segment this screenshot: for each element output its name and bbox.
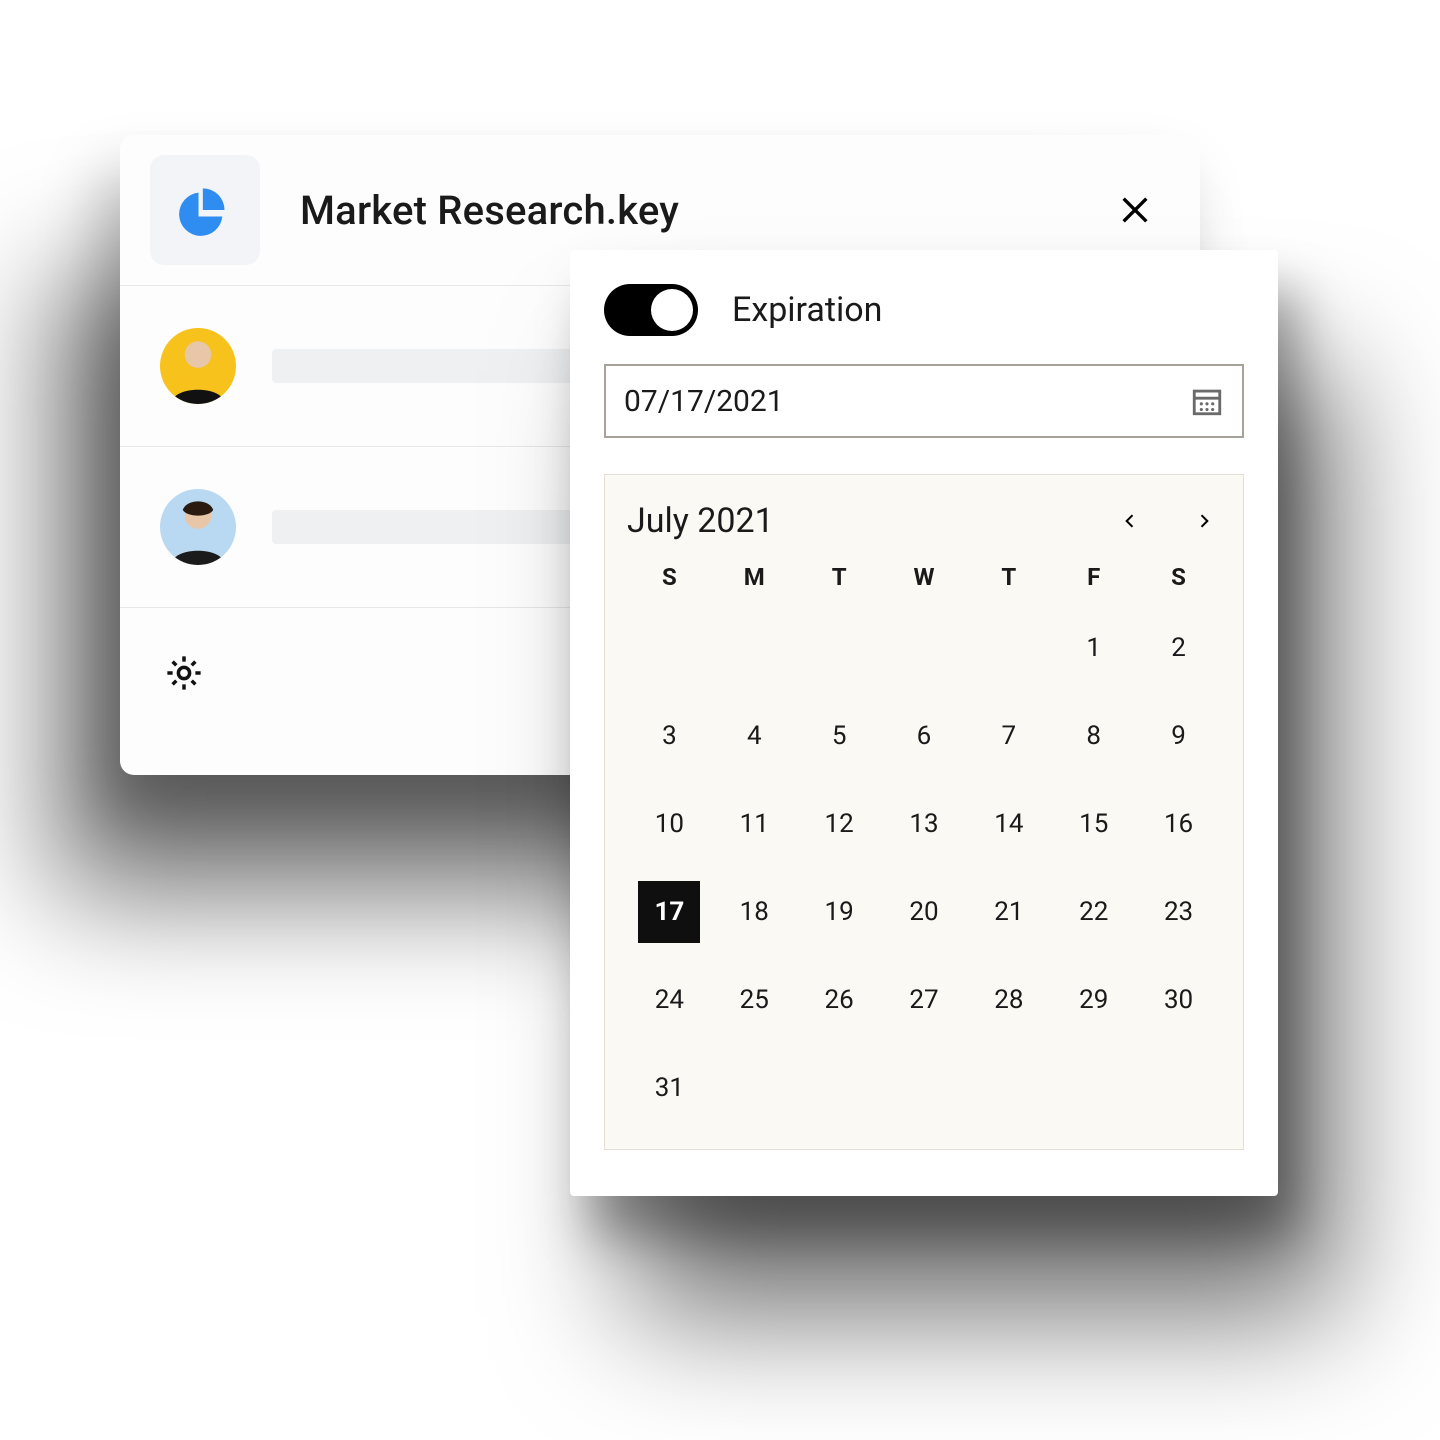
calendar-grid: SMTWTFS123456789101112131415161718192021… bbox=[627, 563, 1221, 1119]
calendar-day[interactable]: 15 bbox=[1051, 793, 1136, 855]
calendar-blank-cell bbox=[712, 617, 797, 679]
calendar-day[interactable]: 1 bbox=[1051, 617, 1136, 679]
calendar-day[interactable]: 28 bbox=[966, 969, 1051, 1031]
calendar-blank-cell bbox=[882, 617, 967, 679]
calendar-month-title: July 2021 bbox=[627, 501, 774, 541]
calendar-day[interactable]: 20 bbox=[882, 881, 967, 943]
calendar-day-selected[interactable]: 17 bbox=[638, 881, 700, 943]
calendar-day-of-week: T bbox=[797, 563, 882, 591]
calendar-day-of-week: F bbox=[1051, 563, 1136, 591]
avatar bbox=[160, 328, 236, 404]
calendar-day[interactable]: 11 bbox=[712, 793, 797, 855]
calendar-day[interactable]: 12 bbox=[797, 793, 882, 855]
calendar-blank-cell bbox=[797, 617, 882, 679]
calendar-day[interactable]: 13 bbox=[882, 793, 967, 855]
calendar-day[interactable]: 4 bbox=[712, 705, 797, 767]
calendar-day[interactable]: 27 bbox=[882, 969, 967, 1031]
calendar-blank-cell bbox=[627, 617, 712, 679]
calendar-day[interactable]: 7 bbox=[966, 705, 1051, 767]
calendar: July 2021 SMTWTFS12345678910111213141516… bbox=[604, 474, 1244, 1150]
calendar-day[interactable]: 5 bbox=[797, 705, 882, 767]
expiration-date-input[interactable]: 07/17/2021 bbox=[604, 364, 1244, 438]
calendar-day[interactable]: 18 bbox=[712, 881, 797, 943]
calendar-day-of-week: S bbox=[1136, 563, 1221, 591]
avatar bbox=[160, 489, 236, 565]
expiration-toggle[interactable] bbox=[604, 284, 698, 336]
toggle-knob bbox=[651, 289, 693, 331]
calendar-day[interactable]: 10 bbox=[627, 793, 712, 855]
calendar-day[interactable]: 3 bbox=[627, 705, 712, 767]
chevron-right-icon bbox=[1194, 511, 1214, 531]
calendar-day[interactable]: 31 bbox=[627, 1057, 712, 1119]
calendar-day[interactable]: 30 bbox=[1136, 969, 1221, 1031]
expiration-date-value: 07/17/2021 bbox=[624, 384, 784, 419]
calendar-day[interactable]: 2 bbox=[1136, 617, 1221, 679]
calendar-day-of-week: S bbox=[627, 563, 712, 591]
calendar-day[interactable]: 21 bbox=[966, 881, 1051, 943]
calendar-day[interactable]: 29 bbox=[1051, 969, 1136, 1031]
calendar-day-of-week: W bbox=[882, 563, 967, 591]
pie-chart-icon bbox=[179, 184, 231, 236]
calendar-day-of-week: T bbox=[966, 563, 1051, 591]
file-title: Market Research.key bbox=[300, 187, 679, 234]
chevron-left-icon bbox=[1120, 511, 1140, 531]
calendar-day[interactable]: 25 bbox=[712, 969, 797, 1031]
person-icon bbox=[160, 328, 236, 404]
close-icon bbox=[1118, 193, 1152, 227]
expiration-popover: Expiration 07/17/2021 July 2021 bbox=[570, 250, 1278, 1196]
calendar-day[interactable]: 24 bbox=[627, 969, 712, 1031]
calendar-prev-button[interactable] bbox=[1113, 504, 1147, 538]
gear-icon bbox=[163, 652, 205, 694]
user-name-placeholder bbox=[272, 510, 592, 544]
user-name-placeholder bbox=[272, 349, 592, 383]
calendar-icon bbox=[1190, 384, 1224, 418]
expiration-label: Expiration bbox=[732, 290, 882, 330]
file-type-icon bbox=[150, 155, 260, 265]
close-button[interactable] bbox=[1110, 185, 1160, 235]
calendar-day[interactable]: 26 bbox=[797, 969, 882, 1031]
calendar-day[interactable]: 22 bbox=[1051, 881, 1136, 943]
calendar-day[interactable]: 23 bbox=[1136, 881, 1221, 943]
settings-button[interactable] bbox=[160, 649, 208, 697]
calendar-blank-cell bbox=[966, 617, 1051, 679]
calendar-day[interactable]: 8 bbox=[1051, 705, 1136, 767]
calendar-day[interactable]: 6 bbox=[882, 705, 967, 767]
calendar-day-of-week: M bbox=[712, 563, 797, 591]
calendar-day[interactable]: 9 bbox=[1136, 705, 1221, 767]
calendar-next-button[interactable] bbox=[1187, 504, 1221, 538]
person-icon bbox=[160, 489, 236, 565]
calendar-day[interactable]: 16 bbox=[1136, 793, 1221, 855]
calendar-day[interactable]: 14 bbox=[966, 793, 1051, 855]
calendar-day[interactable]: 19 bbox=[797, 881, 882, 943]
